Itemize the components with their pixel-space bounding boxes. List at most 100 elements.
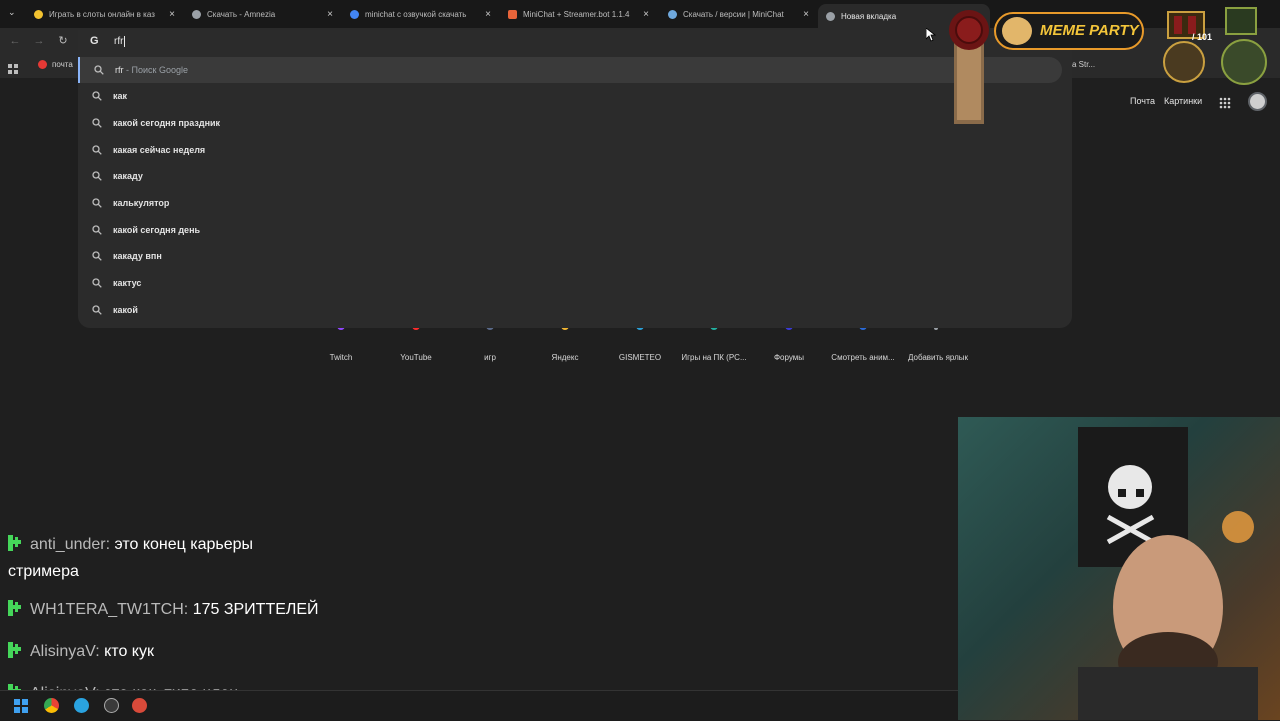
mouse-cursor-icon xyxy=(925,27,937,42)
chrome-icon[interactable] xyxy=(44,698,59,713)
suggestion-item[interactable]: какой xyxy=(78,297,1072,323)
suggestion-item[interactable]: калькулятор xyxy=(78,190,1072,216)
bookmark-partial[interactable]: а Str... xyxy=(1072,60,1095,69)
kick-badge-icon xyxy=(8,598,22,616)
suggestion-text: какой сегодня день xyxy=(113,225,201,235)
reload-icon[interactable]: ↻ xyxy=(56,34,70,48)
suggestion-text: какаду впн xyxy=(113,251,162,261)
chrome-favicon-icon xyxy=(826,11,835,21)
omnibox-dropdown: G rfr rfr - Поиск Google как какой сегод… xyxy=(78,30,1072,328)
suggestion-text: какая сейчас неделя xyxy=(113,145,206,155)
close-icon[interactable]: × xyxy=(166,9,178,20)
rank-badges: / 101 xyxy=(1160,4,1280,92)
tab-title: minichat с озвучкой скачать xyxy=(365,9,467,19)
bookmark-mail[interactable]: почта xyxy=(38,60,73,69)
shortcut-yandex[interactable]: Яндекс xyxy=(527,353,603,362)
chat-message: WH1TERA_TW1TCH: 175 ЗРИТТЕЛЕЙ xyxy=(8,596,319,623)
chat-message: anti_under: это конец карьеры xyxy=(8,531,253,558)
search-icon xyxy=(92,278,102,288)
suggestion-suffix: - Поиск Google xyxy=(123,65,188,75)
google-g-icon: G xyxy=(90,35,99,47)
shortcut-youtube[interactable]: YouTube xyxy=(378,353,454,362)
suggestion-item[interactable]: какой сегодня праздник xyxy=(78,110,1072,136)
obs-icon[interactable] xyxy=(104,698,119,713)
suggestion-item[interactable]: какаду впн xyxy=(78,243,1072,269)
suggestion-text: какаду xyxy=(113,171,143,181)
search-icon xyxy=(92,251,102,261)
close-icon[interactable]: × xyxy=(324,9,336,20)
suggestion-item[interactable]: какая сейчас неделя xyxy=(78,137,1072,163)
search-icon xyxy=(92,305,102,315)
shortcut-anime[interactable]: Смотреть аним... xyxy=(825,353,901,362)
suggestion-item[interactable]: кактус xyxy=(78,270,1072,296)
search-icon xyxy=(92,225,102,235)
tab-favicon-icon xyxy=(668,9,677,19)
tab-title: MiniChat + Streamer.bot 1.1.4 xyxy=(523,9,630,19)
search-icon xyxy=(92,171,102,181)
tab-slots[interactable]: Играть в слоты онлайн в каз × xyxy=(26,4,178,24)
tab-favicon-icon xyxy=(34,9,43,19)
shortcut-gismeteo[interactable]: GISMETEO xyxy=(602,353,678,362)
taskbar xyxy=(0,690,960,721)
shortcut-pc-games[interactable]: Игры на ПК (PC... xyxy=(676,353,752,362)
apps-grid-icon[interactable] xyxy=(8,61,18,74)
search-icon xyxy=(92,118,102,128)
bookmark-label: почта xyxy=(52,60,73,69)
tab-minichat-streamerbot[interactable]: MiniChat + Streamer.bot 1.1.4 × xyxy=(500,4,652,24)
gmail-link[interactable]: Почта xyxy=(1130,96,1155,106)
kick-badge-icon xyxy=(8,533,22,551)
forward-arrow-icon[interactable]: → xyxy=(32,34,46,48)
search-icon xyxy=(92,198,102,208)
images-link[interactable]: Картинки xyxy=(1164,96,1202,106)
chat-username: AlisinyaV: xyxy=(30,643,100,660)
avatar[interactable] xyxy=(1248,92,1267,111)
suggestion-text: кактус xyxy=(113,278,142,288)
omnibox[interactable]: G rfr xyxy=(78,30,1072,54)
tab-amnezia[interactable]: Скачать - Amnezia × xyxy=(184,4,336,24)
shortcut-forums[interactable]: Форумы xyxy=(751,353,827,362)
suggestion-text: какой xyxy=(113,305,138,315)
suggestion-text: как xyxy=(113,91,128,101)
webcam-feed xyxy=(958,417,1280,720)
tab-search-chevron-icon[interactable]: ⌄ xyxy=(8,7,16,18)
close-icon[interactable]: × xyxy=(640,9,652,20)
chat-message: AlisinyaV: кто кук xyxy=(8,638,154,665)
app-icon[interactable] xyxy=(132,698,147,713)
chat-username: WH1TERA_TW1TCH: xyxy=(30,601,189,618)
windows-start-icon[interactable] xyxy=(14,699,28,713)
text-caret xyxy=(124,36,126,47)
chat-text: это конец карьеры xyxy=(114,536,254,553)
google-favicon-icon xyxy=(350,9,359,19)
meme-party-banner: MEME PARTY xyxy=(994,12,1144,50)
tab-minichat-versions[interactable]: Скачать / версии | MiniChat × xyxy=(660,4,812,24)
google-apps-icon[interactable] xyxy=(1219,96,1231,109)
suggestion-query: rfr xyxy=(115,65,124,75)
omnibox-input[interactable]: rfr xyxy=(114,36,126,47)
back-arrow-icon[interactable]: ← xyxy=(8,34,22,48)
suggestion-item[interactable]: как xyxy=(78,83,1072,109)
tab-title: Скачать - Amnezia xyxy=(207,9,276,19)
close-icon[interactable]: × xyxy=(800,9,812,20)
suggestion-search-google[interactable]: rfr - Поиск Google xyxy=(78,57,1062,83)
suggestion-item[interactable]: какой сегодня день xyxy=(78,217,1072,243)
chat-text: кто кук xyxy=(104,643,154,660)
tab-favicon-icon xyxy=(192,9,201,19)
tab-title: Играть в слоты онлайн в каз xyxy=(49,9,155,19)
wax-seal-scroll xyxy=(948,6,990,126)
meme-party-label: MEME PARTY xyxy=(1040,22,1139,39)
search-icon xyxy=(94,65,104,75)
chat-message-continuation: стримера xyxy=(8,563,79,580)
doge-icon xyxy=(1002,17,1032,45)
search-icon xyxy=(92,145,102,155)
chat-text: 175 ЗРИТТЕЛЕЙ xyxy=(192,601,319,618)
shortcut-games[interactable]: игр xyxy=(452,353,528,362)
kick-badge-icon xyxy=(8,640,22,658)
suggestion-text: какой сегодня праздник xyxy=(113,118,221,128)
tab-minichat-download[interactable]: minichat с озвучкой скачать × xyxy=(342,4,494,24)
suggestion-item[interactable]: какаду xyxy=(78,163,1072,189)
shortcut-twitch[interactable]: Twitch xyxy=(303,353,379,362)
shortcut-add[interactable]: Добавить ярлык xyxy=(900,353,976,362)
telegram-icon[interactable] xyxy=(74,698,89,713)
close-icon[interactable]: × xyxy=(482,9,494,20)
suggestion-text: калькулятор xyxy=(113,198,170,208)
